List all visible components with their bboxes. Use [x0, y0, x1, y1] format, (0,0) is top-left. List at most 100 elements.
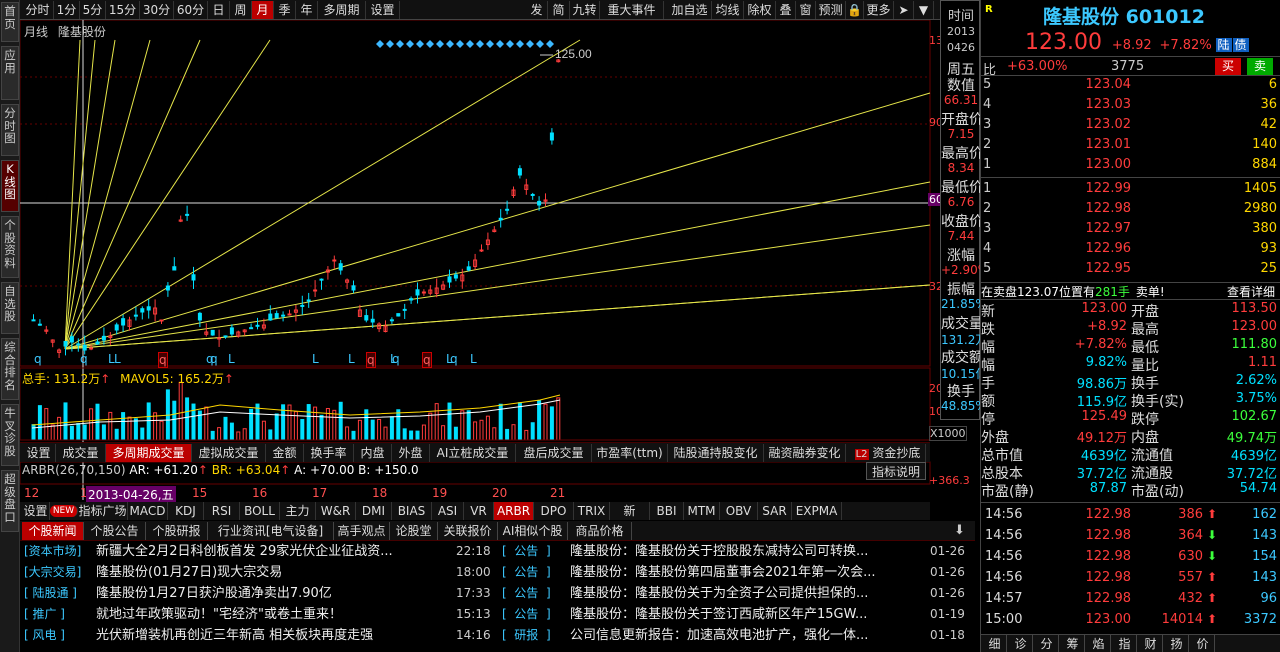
panel-tab-1[interactable]: 诊	[1009, 635, 1033, 652]
indicator-tab-dmi[interactable]: DMI	[356, 502, 392, 520]
indicator-tab-vr[interactable]: VR	[464, 502, 494, 520]
news-tab-0[interactable]: 个股新闻	[22, 522, 84, 540]
news-title[interactable]: 隆基股份(01月27日)现大宗交易	[96, 562, 466, 583]
toolbar-fa[interactable]: 发	[526, 1, 548, 19]
ind1-volume[interactable]: 成交量	[56, 444, 106, 462]
indicator-tab-asi[interactable]: ASI	[432, 502, 464, 520]
buy-button[interactable]: 买	[1215, 58, 1241, 75]
dropdown-icon[interactable]: ▼	[914, 1, 934, 19]
news-tab-6[interactable]: 关联报价	[438, 522, 498, 540]
ind1-settings[interactable]: 设置	[22, 444, 56, 462]
bond-badge[interactable]: 债	[1232, 38, 1249, 52]
ind1-after-volume[interactable]: 盘后成交量	[516, 444, 592, 462]
ind1-multi-volume[interactable]: 多周期成交量	[106, 444, 192, 462]
panel-tab-6[interactable]: 财	[1139, 635, 1163, 652]
news-title[interactable]: 新疆大全2月2日科创板首发 29家光伏企业征战资...	[96, 541, 466, 562]
vtab-home[interactable]: 首页	[1, 2, 19, 42]
ind1-margin[interactable]: 融资融券变化	[764, 444, 846, 462]
toolbar-jian[interactable]: 简	[548, 1, 570, 19]
ind1-hk-holding[interactable]: 陆股通持股变化	[668, 444, 764, 462]
toolbar-overlay[interactable]: 叠	[776, 1, 796, 19]
event-marker[interactable]: q	[210, 352, 218, 366]
vtab-ranking[interactable]: 综合排名	[1, 338, 19, 400]
ind1-outer[interactable]: 外盘	[392, 444, 430, 462]
panel-tab-7[interactable]: 扬	[1165, 635, 1189, 652]
announcement-title[interactable]: 隆基股份：隆基股份关于控股股东减持公司可转换...	[570, 541, 915, 562]
announcement-title[interactable]: 隆基股份：隆基股份关于签订西咸新区年产15GW...	[570, 604, 915, 625]
news-title[interactable]: 光伏新增装机再创近三年新高 相关板块再度走强	[96, 625, 466, 646]
event-marker[interactable]: L	[348, 352, 355, 366]
hk-connect-badge[interactable]: 陆	[1215, 38, 1232, 52]
event-marker[interactable]: q	[422, 352, 432, 368]
vtab-intraday[interactable]: 分时图	[1, 104, 19, 156]
news-tag2[interactable]: [ 研报 ]	[502, 625, 551, 646]
arrow-right-icon[interactable]: ➤	[894, 1, 914, 19]
news-tag[interactable]: [资本市场]	[24, 541, 81, 562]
ind1-ai-volume[interactable]: AI立桩成交量	[430, 444, 516, 462]
indicator-tab-trix[interactable]: TRIX	[574, 502, 610, 520]
vtab-apps[interactable]: 应用	[1, 46, 19, 100]
period-60min[interactable]: 60分	[174, 1, 208, 19]
event-marker[interactable]: L	[470, 352, 477, 366]
event-marker[interactable]: q	[450, 352, 458, 366]
announcement-title[interactable]: 公司信息更新报告：加速高效电池扩产，强化一体...	[570, 625, 915, 646]
period-week[interactable]: 周	[230, 1, 252, 19]
period-30min[interactable]: 30分	[140, 1, 174, 19]
news-tab-7[interactable]: AI相似个股	[498, 522, 568, 540]
toolbar-add-watch[interactable]: 加自选	[668, 1, 712, 19]
period-month[interactable]: 月	[252, 1, 274, 19]
panel-tab-4[interactable]: 焰	[1087, 635, 1111, 652]
event-marker[interactable]: q	[366, 352, 376, 368]
event-marker[interactable]: L	[312, 352, 319, 366]
vtab-super-level[interactable]: 超级盘口	[1, 470, 19, 532]
vtab-kline[interactable]: K线图	[1, 160, 19, 212]
ind1-amount[interactable]: 金额	[266, 444, 304, 462]
indicator-tab-bbi[interactable]: BBI	[650, 502, 684, 520]
indicator-tab-dma[interactable]: 新DMA	[610, 502, 650, 536]
ind1-inner[interactable]: 内盘	[354, 444, 392, 462]
period-5min[interactable]: 5分	[80, 1, 106, 19]
period-quarter[interactable]: 季	[274, 1, 296, 19]
indicator-tab-[interactable]: 主力	[280, 502, 316, 520]
news-tab-2[interactable]: 个股研报	[146, 522, 208, 540]
indicator-tab-[interactable]: 指标广场	[78, 502, 128, 520]
sell-button[interactable]: 卖	[1247, 58, 1273, 75]
lock-icon[interactable]: 🔒	[846, 1, 864, 19]
news-tab-3[interactable]: 行业资讯[电气设备]	[208, 522, 334, 540]
download-icon[interactable]: ⬇	[954, 523, 965, 538]
indicator-tab-boll[interactable]: BOLL	[240, 502, 280, 520]
news-tag[interactable]: [大宗交易]	[24, 562, 81, 583]
period-multi[interactable]: 多周期	[318, 1, 366, 19]
event-marker[interactable]: L	[114, 352, 121, 366]
toolbar-jiuzhuan[interactable]: 九转	[570, 1, 600, 19]
indicator-tab-bias[interactable]: BIAS	[392, 502, 432, 520]
event-marker[interactable]: q	[392, 352, 400, 366]
indicator-tab-sar[interactable]: SAR	[758, 502, 792, 520]
news-title[interactable]: 就地过年政策驱动！"宅经济"或卷土重来！	[96, 604, 466, 625]
toolbar-ma[interactable]: 均线	[712, 1, 744, 19]
vtab-diagnose[interactable]: 牛叉诊股	[1, 404, 19, 466]
panel-tab-8[interactable]: 价	[1191, 635, 1215, 652]
ind1-pe-ttm[interactable]: 市盈率(ttm)	[592, 444, 668, 462]
news-tab-5[interactable]: 论股堂	[390, 522, 438, 540]
indicator-tab-rsi[interactable]: RSI	[204, 502, 240, 520]
panel-tab-3[interactable]: 筹	[1061, 635, 1085, 652]
panel-tab-2[interactable]: 分	[1035, 635, 1059, 652]
period-1min[interactable]: 1分	[54, 1, 80, 19]
news-tab-4[interactable]: 高手观点	[334, 522, 390, 540]
indicator-tab-mtm[interactable]: MTM	[684, 502, 720, 520]
period-15min[interactable]: 15分	[106, 1, 140, 19]
indicator-tab-[interactable]: 设置	[22, 502, 50, 520]
news-tag[interactable]: [ 陆股通 ]	[24, 583, 77, 604]
announcement-title[interactable]: 隆基股份：隆基股份第四届董事会2021年第一次会...	[570, 562, 915, 583]
event-marker[interactable]: q	[34, 352, 42, 366]
period-settings[interactable]: 设置	[366, 1, 400, 19]
view-detail-link[interactable]: 查看详细	[1227, 283, 1275, 301]
indicator-tab-kdj[interactable]: KDJ	[168, 502, 204, 520]
indicator-tab-arbr[interactable]: ARBR	[494, 502, 534, 520]
event-marker[interactable]: q	[80, 352, 88, 366]
toolbar-more[interactable]: 更多	[864, 1, 894, 19]
indicator-tab-new[interactable]: NEW	[50, 505, 78, 517]
toolbar-forecast[interactable]: 预测	[816, 1, 846, 19]
news-tag2[interactable]: [ 公告 ]	[502, 541, 551, 562]
